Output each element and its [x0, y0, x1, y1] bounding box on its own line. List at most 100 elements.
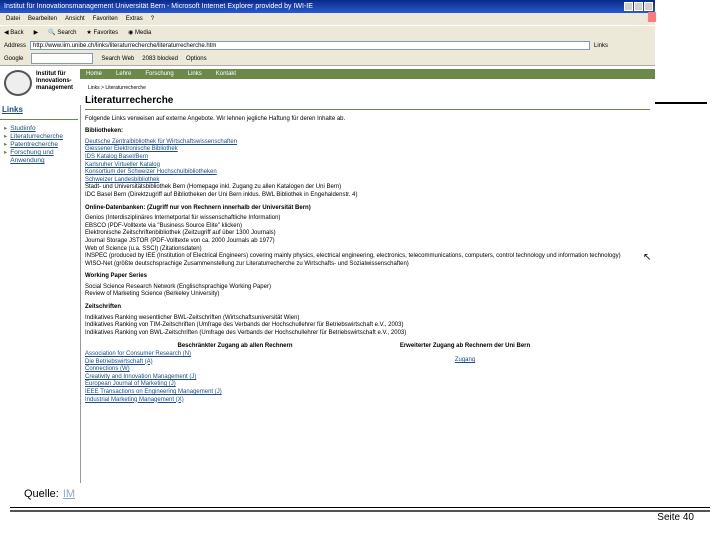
left-item-literaturrecherche[interactable]: ▸ Literaturrecherche	[4, 133, 70, 141]
address-bar: Address http://www.iim.unibe.ch/links/li…	[0, 39, 655, 52]
list-item[interactable]: Review of Marketing Science (Berkeley Un…	[85, 291, 650, 299]
back-button[interactable]: ◀ Back	[4, 29, 24, 36]
google-label: Google	[4, 55, 24, 62]
maximize-button[interactable]	[634, 2, 643, 11]
list-item[interactable]: INSPEC (produced by IEE (Institution of …	[85, 253, 650, 261]
list-item[interactable]: Indikatives Ranking von BWL-Zeitschrifte…	[85, 330, 650, 338]
nav-kontakt[interactable]: Kontakt	[216, 69, 236, 79]
arrow-icon: ▸	[4, 133, 8, 140]
list-item[interactable]: IDC Basel Bern (Direktzugriff auf Biblio…	[85, 192, 650, 200]
window-controls	[624, 2, 653, 11]
options-button[interactable]: Options	[186, 56, 207, 62]
window-titlebar: Institut für Innovationsmanagement Unive…	[0, 0, 655, 13]
slide-divider-line	[655, 102, 707, 104]
google-search-input[interactable]	[31, 53, 94, 64]
left-sidebar: Links ▸ Studiinfo ▸ Literaturrecherche ▸ Pa…	[0, 105, 81, 483]
nav-forschung[interactable]: Forschung	[145, 69, 173, 79]
table-row[interactable]: Connections (W)	[85, 366, 385, 374]
list-item[interactable]: WISO-Net (größte deutschsprachige Zusamm…	[85, 261, 650, 269]
left-divider	[0, 119, 78, 120]
arrow-icon: ▸	[4, 125, 8, 132]
page-title: Literaturrecherche	[85, 95, 174, 106]
menu-item-ansicht[interactable]: Ansicht	[65, 13, 85, 25]
source-label: Quelle:	[24, 488, 59, 500]
site-nav: Home Lehre Forschung Links Kontakt	[80, 69, 655, 79]
nav-home[interactable]: Home	[86, 69, 102, 79]
wp-heading: Working Paper Series	[85, 273, 147, 280]
wp-list: Social Science Research Network (Englisc…	[85, 284, 650, 299]
table-row[interactable]: Zugang	[385, 357, 545, 365]
list-item[interactable]: Social Science Research Network (Englisc…	[85, 284, 650, 292]
favorites-button[interactable]: ★ Favorites	[86, 29, 118, 36]
table-header-restricted: Beschränkter Zugang ab allen Rechnern	[177, 343, 293, 350]
institute-name: Institut für Innovations-management	[36, 71, 74, 91]
table-row[interactable]: European Journal of Marketing (J)	[85, 381, 385, 389]
source-link[interactable]: IM	[63, 488, 75, 500]
table-col-extended: Erweiterter Zugang ab Rechnern der Uni B…	[385, 343, 545, 404]
footer-rule-thick	[10, 510, 710, 512]
bib-heading: Bibliotheken:	[85, 128, 124, 135]
list-item[interactable]: Konsortium der Schweizer Hochschulbiblio…	[85, 169, 650, 177]
journal-table: Beschränkter Zugang ab allen Rechnern As…	[85, 343, 650, 404]
links-button[interactable]: Links	[594, 43, 608, 49]
db-list: Genios (Interdisziplinäres Internetporta…	[85, 215, 650, 268]
menu-item-extras[interactable]: Extras	[126, 13, 143, 25]
table-header-extended: Erweiterter Zugang ab Rechnern der Uni B…	[399, 343, 531, 350]
list-item[interactable]: Karlsruher Virtueller Katalog	[85, 162, 650, 170]
list-item[interactable]: Genios (Interdisziplinäres Internetporta…	[85, 215, 650, 223]
menu-bar: Datei Bearbeiten Ansicht Favoriten Extra…	[0, 13, 655, 25]
page-number: Seite 40	[657, 512, 694, 523]
list-item[interactable]: EBSCO (PDF-Volltexte via "Business Sourc…	[85, 223, 650, 231]
browser-toolbar: ◀ Back ▶ 🔍 Search ★ Favorites ◉ Media	[0, 25, 655, 39]
nav-links[interactable]: Links	[188, 69, 202, 79]
media-button[interactable]: ◉ Media	[128, 29, 151, 36]
menu-item-help[interactable]: ?	[151, 13, 154, 25]
footer-rule	[10, 507, 710, 508]
left-item-patentrecherche[interactable]: ▸ Patentrecherche	[4, 141, 70, 149]
list-item[interactable]: IDS Katalog Basel/Bern	[85, 154, 650, 162]
minimize-button[interactable]	[624, 2, 633, 11]
table-row[interactable]: Die Betriebswirtschaft (A)	[85, 359, 385, 367]
list-item[interactable]: Journal Storage JSTOR (PDF-Volltexte von…	[85, 238, 650, 246]
intro-text: Folgende Links verweisen auf externe Ang…	[85, 115, 346, 122]
list-item[interactable]: Indikatives Ranking von TIM-Zeitschrifte…	[85, 322, 650, 330]
list-item[interactable]: Elektronische Zeitschriftenbibliothek (Z…	[85, 230, 650, 238]
close-button[interactable]	[644, 2, 653, 11]
list-item[interactable]: Stadt- und Universitätsbibliothek Bern (…	[85, 184, 650, 192]
zs-list: Indikatives Ranking wesentlicher BWL-Zei…	[85, 315, 650, 338]
table-row[interactable]: IEEE Transactions on Engineering Managem…	[85, 389, 385, 397]
side-marker	[648, 12, 656, 22]
left-heading[interactable]: Links	[2, 105, 23, 114]
db-heading: Online-Datenbanken: (Zugriff nur von Rec…	[85, 204, 311, 211]
popup-blocked-badge[interactable]: 2083 blocked	[142, 56, 178, 62]
zs-heading: Zeitschriften	[85, 304, 122, 311]
search-web-button[interactable]: Search Web	[101, 56, 134, 62]
address-input[interactable]: http://www.iim.unibe.ch/links/literaturr…	[30, 41, 591, 50]
window-title: Institut für Innovationsmanagement Unive…	[4, 3, 313, 10]
breadcrumb: Links > Literaturrecherche	[88, 85, 146, 91]
table-col-restricted: Beschränkter Zugang ab allen Rechnern As…	[85, 343, 385, 404]
forward-button[interactable]: ▶	[34, 29, 39, 36]
list-item[interactable]: Web of Science (u.a. SSCI) (Zitationsdat…	[85, 246, 650, 254]
address-label: Address	[4, 42, 27, 49]
table-row[interactable]: Industrial Marketing Management (X)	[85, 397, 385, 405]
left-item-forschung[interactable]: ▸ Forschung und Anwendung	[4, 149, 70, 165]
nav-lehre[interactable]: Lehre	[116, 69, 131, 79]
menu-item-datei[interactable]: Datei	[6, 13, 20, 25]
menu-item-bearbeiten[interactable]: Bearbeiten	[28, 13, 57, 25]
menu-item-favoriten[interactable]: Favoriten	[93, 13, 118, 25]
list-item[interactable]: Schweizer Landesbibliothek	[85, 177, 650, 185]
list-item[interactable]: Deutsche Zentralbibliothek für Wirtschaf…	[85, 139, 650, 147]
university-logo-icon	[4, 70, 32, 96]
table-row[interactable]: Association for Consumer Research (N)	[85, 351, 385, 359]
search-button[interactable]: 🔍 Search	[48, 29, 76, 36]
left-item-studiinfo[interactable]: ▸ Studiinfo	[4, 125, 70, 133]
arrow-icon: ▸	[4, 149, 8, 156]
table-row[interactable]: Creativity and Innovation Management (J)	[85, 374, 385, 382]
google-toolbar: Google Search Web 2083 blocked Options	[0, 52, 655, 66]
arrow-icon: ▸	[4, 141, 8, 148]
list-item[interactable]: Giessener Elektronische Bibliothek	[85, 146, 650, 154]
mouse-cursor-icon: ↖	[643, 252, 652, 263]
browser-screenshot: Institut für Innovationsmanagement Unive…	[0, 0, 655, 483]
list-item[interactable]: Indikatives Ranking wesentlicher BWL-Zei…	[85, 315, 650, 323]
